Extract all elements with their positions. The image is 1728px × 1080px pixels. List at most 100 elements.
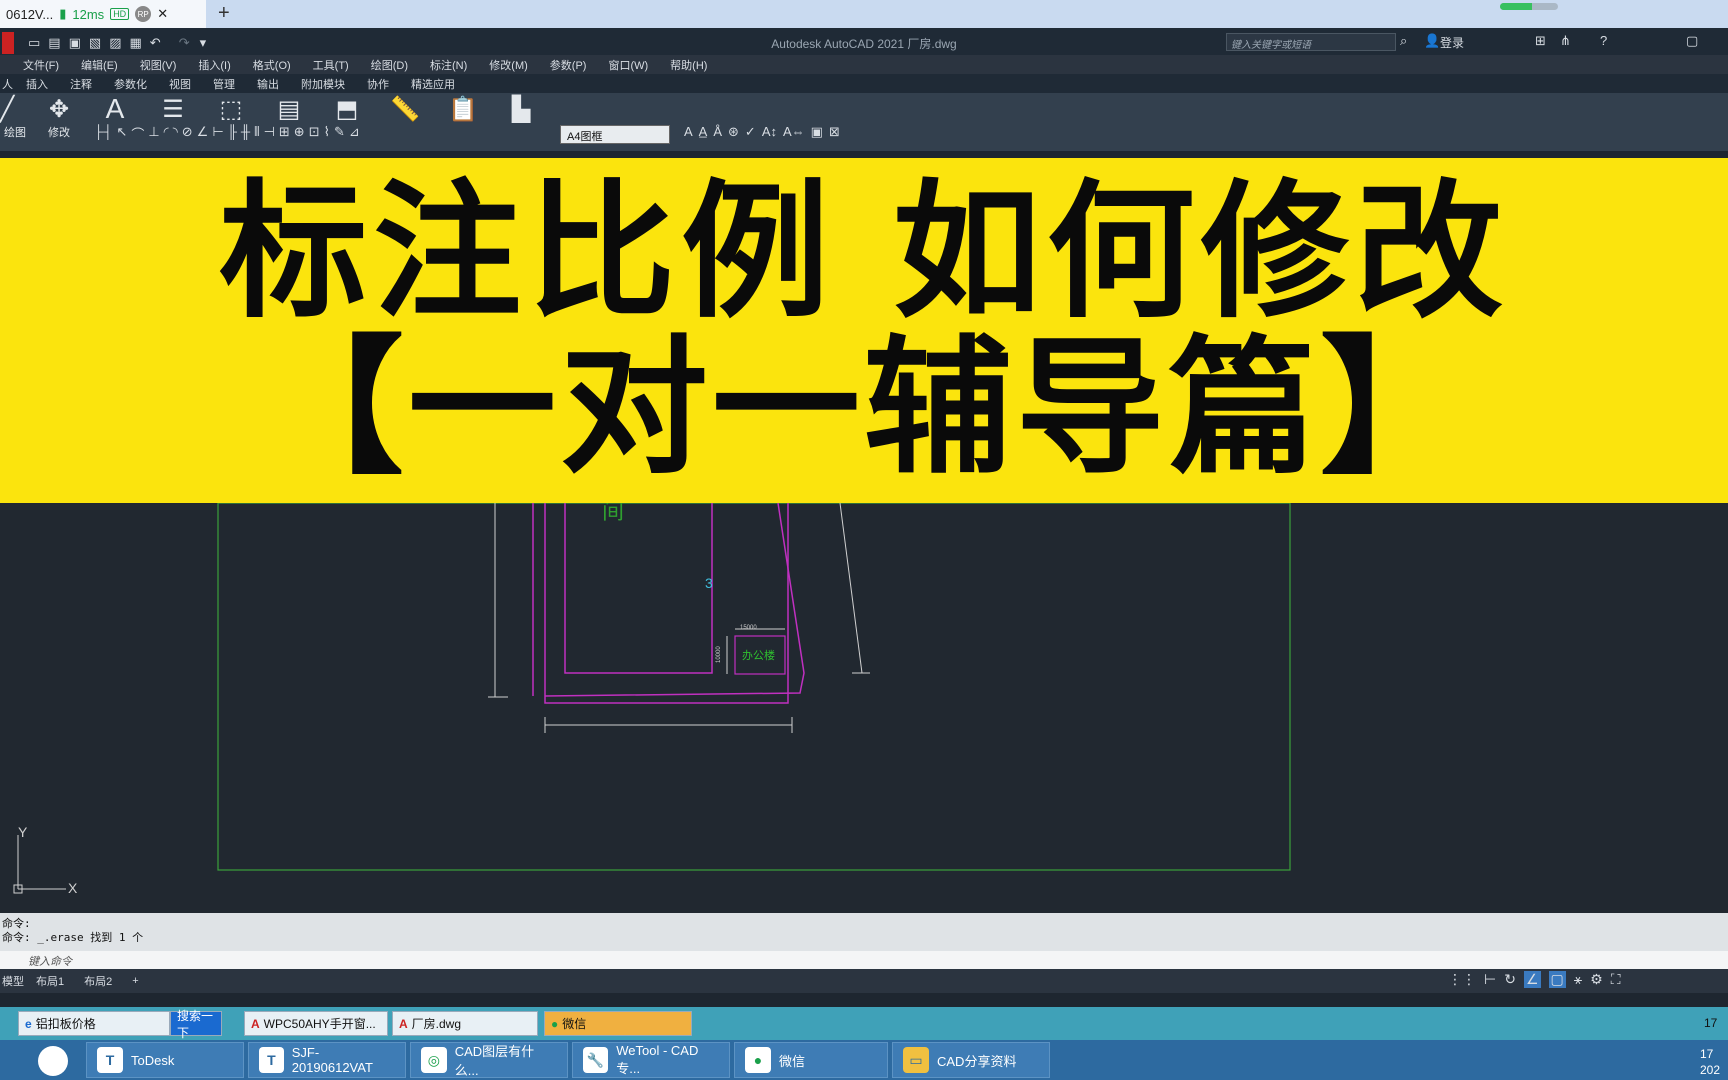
tab-home[interactable]: 人 — [0, 74, 15, 93]
taskbar-item-folder[interactable]: ▭ CAD分享资料 — [892, 1042, 1050, 1078]
space-icon[interactable]: ⫴ — [254, 124, 259, 144]
search-input[interactable]: 键入关键字或短语 — [1226, 33, 1396, 51]
jogged-linear-icon[interactable]: ⌇ — [324, 124, 330, 144]
justify-icon[interactable]: A⇔ — [783, 124, 805, 140]
find-icon[interactable]: ⊛ — [728, 124, 739, 140]
search-icon[interactable]: ⌕ — [1400, 33, 1407, 49]
menu-dimension[interactable]: 标注(N) — [419, 55, 478, 74]
fullscreen-icon[interactable]: ⛶ — [1611, 971, 1621, 988]
arc-length-icon[interactable]: ⌒ — [131, 124, 144, 144]
share-icon[interactable]: ⋔ — [1560, 33, 1571, 49]
view-icon: ▙ — [511, 95, 531, 123]
move-icon: ✥ — [48, 95, 70, 123]
menu-parametric[interactable]: 参数(P) — [539, 55, 598, 74]
maximize-icon[interactable]: ▢ — [1686, 33, 1698, 49]
dim-text-edit-icon[interactable]: ⊿ — [349, 124, 360, 144]
grid-icon[interactable]: ⋮⋮ — [1448, 971, 1476, 988]
tab-annotate[interactable]: 注释 — [59, 74, 103, 93]
user-icon[interactable]: 👤 — [1424, 33, 1440, 49]
office-dim-side-text: 10000 — [716, 646, 722, 663]
tab-featured-apps[interactable]: 精选应用 — [400, 74, 466, 93]
menu-bar: 文件(F) 编辑(E) 视图(V) 插入(I) 格式(O) 工具(T) 绘图(D… — [0, 55, 1728, 74]
help-icon[interactable]: ? — [1600, 33, 1607, 48]
dimension-style-select[interactable]: A4图框 — [560, 125, 670, 144]
text-toolbar: A A̲ Å ⊛ ✓ A↕ A⇔ ▣ ⊠ — [684, 124, 840, 140]
convert-icon[interactable]: ⊠ — [829, 124, 840, 140]
break-icon[interactable]: ⊣ — [264, 124, 275, 144]
cart-icon[interactable]: ⊞ — [1535, 33, 1546, 49]
menu-insert[interactable]: 插入(I) — [187, 55, 241, 74]
draw-panel-button[interactable]: ╱ 绘图 — [0, 94, 30, 146]
drawing-canvas[interactable]: 15000 10000 办公楼 间 3 Y X — [0, 499, 1728, 913]
menu-window[interactable]: 窗口(W) — [597, 55, 659, 74]
mtext-icon[interactable]: A — [684, 124, 693, 140]
edit-dim-icon[interactable]: ✎ — [334, 124, 345, 144]
remote-session-tab[interactable]: 0612V... ▮ 12ms HD RP ✕ — [0, 0, 206, 28]
tab-collaborate[interactable]: 协作 — [356, 74, 400, 93]
gear-icon[interactable]: ⚙ — [1590, 971, 1603, 988]
menu-file[interactable]: 文件(F) — [12, 55, 70, 74]
diameter-icon[interactable]: ⊘ — [182, 124, 193, 144]
menu-view[interactable]: 视图(V) — [129, 55, 188, 74]
quick-dim-icon[interactable]: ⊢ — [212, 124, 223, 144]
tab-view[interactable]: 视图 — [158, 74, 202, 93]
radius-icon[interactable]: ◜ — [164, 124, 169, 144]
taskbar-item-remote-session[interactable]: T SJF-20190612VAT — [248, 1042, 406, 1078]
taskbar-item-browser[interactable]: ◎ CAD图层有什么... — [410, 1042, 568, 1078]
taskbar-item-wechat[interactable]: ● 微信 — [544, 1011, 692, 1036]
tab-manage[interactable]: 管理 — [202, 74, 246, 93]
new-tab-button[interactable]: + — [218, 2, 230, 25]
tab-layout1[interactable]: 布局1 — [26, 971, 74, 991]
search-button[interactable]: 搜索一下 — [170, 1009, 222, 1040]
menu-edit[interactable]: 编辑(E) — [70, 55, 129, 74]
inspect-icon[interactable]: ⊡ — [309, 124, 320, 144]
banner-line-2: 【一对一辅导篇】 — [256, 321, 1472, 494]
snap-icon[interactable]: ⊢ — [1484, 971, 1496, 988]
taskbar-item-wetool[interactable]: 🔧 WeTool - CAD专... — [572, 1042, 730, 1078]
taskbar-item-autocad-1[interactable]: A WPC50AHY手开窗... — [244, 1011, 388, 1036]
menu-draw[interactable]: 绘图(D) — [360, 55, 419, 74]
modify-panel-button[interactable]: ✥ 修改 — [36, 94, 82, 146]
scale-text-icon[interactable]: A↕ — [762, 124, 777, 140]
taskbar-item-todesk[interactable]: T ToDesk — [86, 1042, 244, 1078]
menu-modify[interactable]: 修改(M) — [478, 55, 539, 74]
tab-addins[interactable]: 附加模块 — [290, 74, 356, 93]
menu-help[interactable]: 帮助(H) — [659, 55, 718, 74]
marker-label: 3 — [705, 575, 713, 591]
tab-parametric[interactable]: 参数化 — [103, 74, 158, 93]
tolerance-icon[interactable]: ⊞ — [279, 124, 290, 144]
center-mark-icon[interactable]: ⊕ — [294, 124, 305, 144]
text-edit-icon[interactable]: Å — [713, 124, 722, 140]
taskbar-item-search[interactable]: e 铝扣板价格 — [18, 1011, 170, 1036]
login-button[interactable]: 登录 — [1440, 34, 1464, 51]
annotation-scale-icon[interactable]: ⚹ — [1574, 971, 1582, 988]
ordinate-icon[interactable]: ⊥ — [148, 124, 159, 144]
dtext-icon[interactable]: A̲ — [699, 124, 708, 140]
taskbar-item-autocad-2[interactable]: A 厂房.dwg — [392, 1011, 538, 1036]
baseline-icon[interactable]: ╟ — [228, 124, 237, 144]
tab-model[interactable]: 模型 — [0, 971, 26, 991]
tab-layout2[interactable]: 布局2 — [74, 971, 122, 991]
otrack-icon[interactable]: ▢ — [1548, 971, 1566, 988]
taskbar-item-wechat-local[interactable]: ● 微信 — [734, 1042, 888, 1078]
spell-icon[interactable]: ✓ — [745, 124, 756, 140]
menu-format[interactable]: 格式(O) — [242, 55, 302, 74]
baidu-cloud-icon[interactable] — [38, 1046, 68, 1076]
osnap-icon[interactable]: ∠ — [1523, 971, 1541, 988]
jogged-icon[interactable]: ◝ — [173, 124, 178, 144]
taskbar-item-label: CAD图层有什么... — [454, 1044, 535, 1078]
add-layout-button[interactable]: + — [122, 973, 148, 989]
tab-output[interactable]: 输出 — [246, 74, 290, 93]
linear-dim-icon[interactable]: ├┤ — [94, 124, 112, 144]
continue-icon[interactable]: ╫ — [241, 124, 250, 144]
tab-insert[interactable]: 插入 — [15, 74, 59, 93]
command-input[interactable]: 键入命令 — [0, 951, 1728, 969]
aligned-dim-icon[interactable]: ↖ — [116, 124, 127, 144]
close-icon[interactable]: ✕ — [157, 6, 168, 22]
text-frame-icon[interactable]: ▣ — [811, 124, 823, 140]
taskbar-item-label: ToDesk — [131, 1052, 175, 1068]
menu-tools[interactable]: 工具(T) — [302, 55, 360, 74]
avatar: RP — [135, 6, 152, 22]
polar-icon[interactable]: ↻ — [1504, 971, 1516, 988]
angular-icon[interactable]: ∠ — [197, 124, 209, 144]
